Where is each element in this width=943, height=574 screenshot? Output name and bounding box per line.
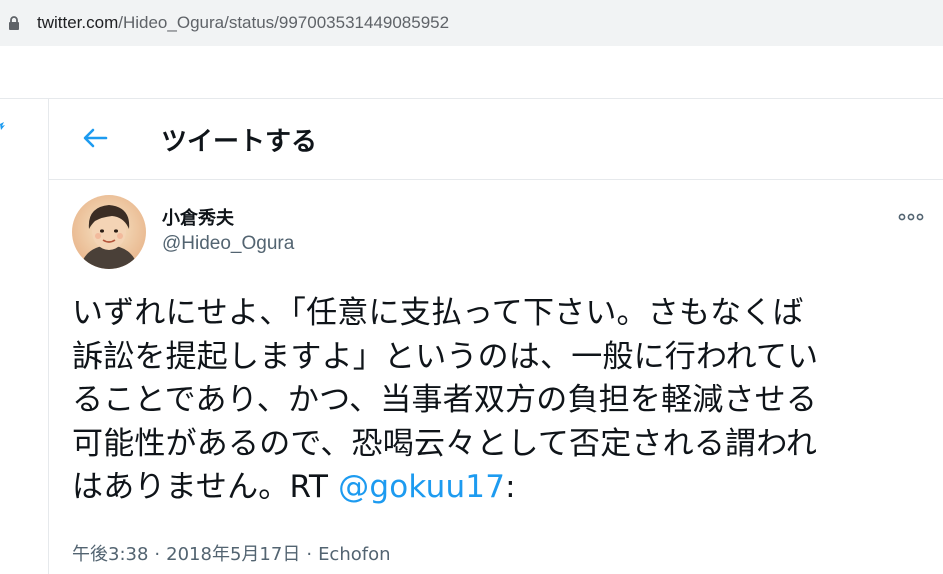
avatar[interactable] bbox=[72, 195, 146, 269]
address-bar[interactable]: twitter.com/Hideo_Ogura/status/997003531… bbox=[0, 0, 943, 46]
arrow-left-icon bbox=[82, 127, 108, 153]
tweet-metadata: 午後3:38 · 2018年5月17日 · Echofon bbox=[72, 540, 391, 566]
author-handle[interactable]: @Hideo_Ogura bbox=[162, 233, 294, 255]
twitter-bird-icon[interactable] bbox=[0, 119, 6, 133]
tweet-text-line: 可能性があるので、恐喝云々として否定される謂われ bbox=[72, 425, 818, 462]
tweet-date-link[interactable]: 2018年5月17日 bbox=[166, 544, 300, 565]
more-options-button[interactable] bbox=[893, 204, 929, 226]
tweet-source-link[interactable]: Echofon bbox=[318, 544, 390, 565]
author-display-name[interactable]: 小倉秀夫 bbox=[162, 204, 234, 230]
more-horizontal-icon bbox=[898, 206, 924, 225]
lock-icon bbox=[6, 15, 22, 31]
mention-link[interactable]: @gokuu17 bbox=[338, 469, 505, 505]
back-button[interactable] bbox=[77, 122, 113, 158]
tweet-text-fragment: はありません。RT bbox=[72, 469, 339, 505]
tweet-text: いずれにせよ、「任意に支払って下さい。さもなくば 訴訟を提起しますよ」というのは… bbox=[72, 292, 912, 510]
tweet-text-fragment: : bbox=[505, 469, 516, 505]
url-text[interactable]: twitter.com/Hideo_Ogura/status/997003531… bbox=[37, 13, 449, 33]
url-host: twitter.com bbox=[37, 13, 119, 32]
tweet-text-line: ることであり、かつ、当事者双方の負担を軽減させる bbox=[72, 382, 818, 418]
browser-toolbar-area bbox=[0, 46, 943, 99]
tweet-text-line: はありません。RT @gokuu17: bbox=[72, 466, 912, 510]
separator-dot: · bbox=[154, 544, 161, 565]
page-header: ツイートする bbox=[49, 99, 943, 180]
left-navigation bbox=[0, 99, 49, 574]
url-path: /Hideo_Ogura/status/997003531449085952 bbox=[118, 13, 450, 32]
tweet-text-line: いずれにせよ、「任意に支払って下さい。さもなくば bbox=[72, 295, 804, 331]
separator-dot: · bbox=[306, 544, 313, 565]
tweet-time-link[interactable]: 午後3:38 bbox=[72, 544, 148, 565]
page-title: ツイートする bbox=[161, 127, 318, 157]
tweet-text-line: 訴訟を提起しますよ」というのは、一般に行われてい bbox=[72, 338, 819, 375]
